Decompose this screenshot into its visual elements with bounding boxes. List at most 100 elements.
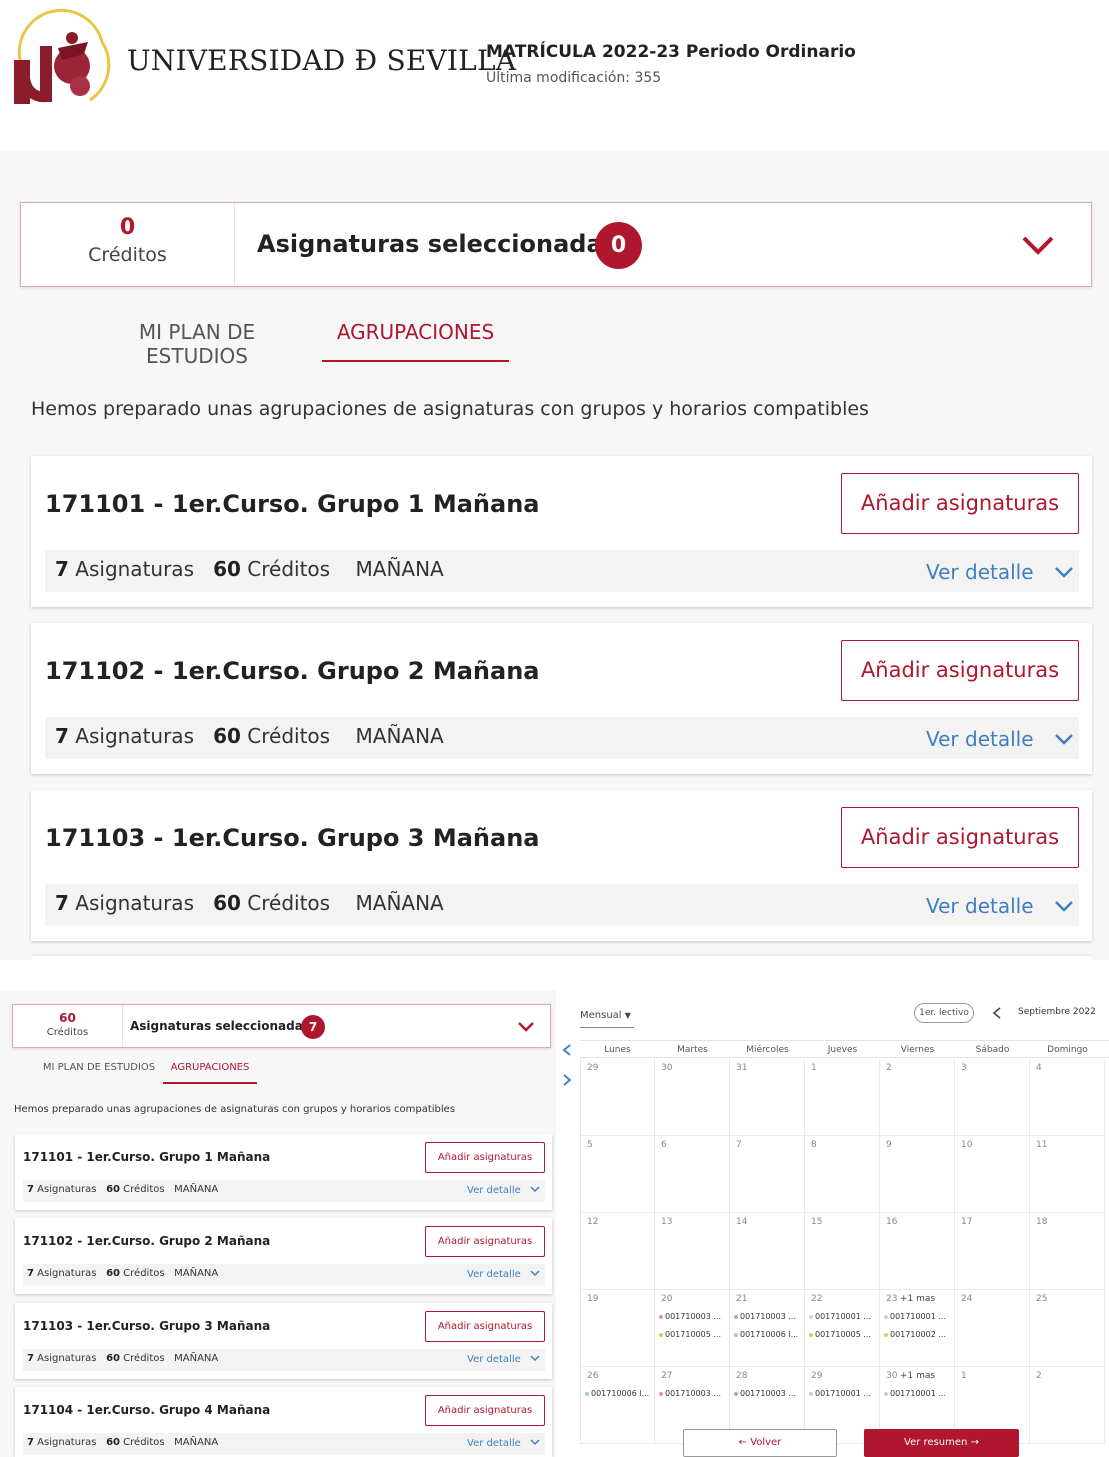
calendar-day-cell[interactable]: 3 [955, 1059, 1030, 1136]
calendar-day-cell[interactable]: 13 [655, 1213, 730, 1290]
back-button[interactable]: ← Volver [683, 1429, 837, 1457]
add-subjects-button[interactable]: Añadir asignaturas [425, 1395, 545, 1426]
calendar-event[interactable]: 001710003 ... [734, 1389, 802, 1398]
add-subjects-button[interactable]: Añadir asignaturas [841, 640, 1079, 701]
event-color-dot [734, 1314, 738, 1319]
calendar-day-cell[interactable]: 7 [730, 1136, 805, 1213]
calendar-day-cell[interactable]: 24 [955, 1290, 1030, 1367]
calendar-day-cell[interactable]: 31 [730, 1059, 805, 1136]
chevron-down-icon[interactable] [1021, 234, 1055, 256]
calendar-day-cell[interactable]: 6 [655, 1136, 730, 1213]
calendar-day-cell[interactable]: 2 [880, 1059, 955, 1136]
view-detail-link[interactable]: Ver detalle [467, 1185, 540, 1196]
calendar-day-cell[interactable]: 8 [805, 1136, 880, 1213]
calendar-day-cell[interactable]: 29 [580, 1059, 655, 1136]
credits-value: 0 [119, 215, 136, 240]
calendar-day-cell[interactable]: 15 [805, 1213, 880, 1290]
arrow-left-icon: ← [738, 1437, 748, 1448]
tab-study-plan[interactable]: MI PLAN DE ESTUDIOS [86, 320, 308, 368]
calendar-day-cell[interactable]: 16 [880, 1213, 955, 1290]
calendar-event[interactable]: 001710003 ... [659, 1312, 727, 1321]
period-button[interactable]: 1er. lectivo [914, 1003, 974, 1023]
calendar-day-number: 29 [811, 1371, 823, 1381]
calendar-day-cell[interactable]: 14 [730, 1213, 805, 1290]
calendar-panel: Mensual ▼ 1er. lectivo Septiembre 2022 L… [558, 990, 1109, 1457]
calendar-event[interactable]: 001710001 ... [809, 1312, 877, 1321]
calendar-event[interactable]: 001710005 ... [659, 1330, 727, 1339]
calendar-day-cell[interactable]: 12 [580, 1213, 655, 1290]
more-events-link[interactable]: +1 mas [900, 1294, 935, 1304]
event-color-dot [809, 1314, 813, 1319]
credits-label: Créditos [88, 244, 167, 266]
calendar-day-number: 4 [1036, 1063, 1042, 1073]
tab-study-plan[interactable]: MI PLAN DE ESTUDIOS [42, 1062, 156, 1084]
calendar-event[interactable]: 001710002 ... [884, 1330, 952, 1339]
collapse-left-icon[interactable] [562, 1044, 572, 1056]
calendar-day-cell[interactable]: 25 [1030, 1290, 1105, 1367]
calendar-event[interactable]: 001710001 ... [809, 1389, 877, 1398]
calendar-day-cell[interactable]: 5 [580, 1136, 655, 1213]
calendar-event[interactable]: 001710006 l... [734, 1330, 802, 1339]
calendar-day-cell[interactable]: 23 +1 mas 001710001 ... 001710002 ... [880, 1290, 955, 1367]
selected-subjects-bar[interactable]: 60 Créditos Asignaturas seleccionadas 7 [12, 1004, 551, 1048]
tab-groupings[interactable]: AGRUPACIONES [163, 1062, 257, 1084]
view-summary-button[interactable]: Ver resumen → [864, 1429, 1019, 1457]
calendar-day-cell[interactable]: 2 [1030, 1367, 1105, 1444]
calendar-day-cell[interactable]: 19 [580, 1290, 655, 1367]
view-detail-link[interactable]: Ver detalle [467, 1354, 540, 1365]
group-card: 171102 - 1er.Curso. Grupo 2 Mañana Añadi… [15, 1218, 552, 1294]
view-detail-link[interactable]: Ver detalle [926, 894, 1074, 918]
calendar-event[interactable]: 001710001 ... [884, 1312, 952, 1321]
enrollment-panel-small: 60 Créditos Asignaturas seleccionadas 7 … [0, 990, 556, 1457]
view-detail-link[interactable]: Ver detalle [467, 1438, 540, 1449]
group-card: 171103 - 1er.Curso. Grupo 3 Mañana Añadi… [15, 1303, 552, 1379]
group-summary-strip: 7 Asignaturas 60 Créditos MAÑANA Ver det… [23, 1349, 545, 1371]
calendar-day-number: 30 [661, 1063, 673, 1073]
add-subjects-button[interactable]: Añadir asignaturas [425, 1311, 545, 1342]
expand-right-icon[interactable] [562, 1074, 572, 1086]
group-card: 171102 - 1er.Curso. Grupo 2 Mañana Añadi… [31, 623, 1092, 774]
view-detail-link[interactable]: Ver detalle [926, 560, 1074, 584]
calendar-day-cell[interactable]: 9 [880, 1136, 955, 1213]
weekday-label: Martes [677, 1045, 708, 1055]
group-title: 171104 - 1er.Curso. Grupo 4 Mañana [23, 1403, 271, 1417]
calendar-day-number: 16 [886, 1217, 898, 1227]
event-color-dot [659, 1332, 663, 1337]
group-title: 171102 - 1er.Curso. Grupo 2 Mañana [23, 1234, 271, 1248]
add-subjects-button[interactable]: Añadir asignaturas [841, 807, 1079, 868]
view-detail-link[interactable]: Ver detalle [926, 727, 1074, 751]
add-subjects-button[interactable]: Añadir asignaturas [841, 473, 1079, 534]
more-events-link[interactable]: +1 mas [900, 1371, 935, 1381]
add-subjects-button[interactable]: Añadir asignaturas [425, 1142, 545, 1173]
calendar-day-cell[interactable]: 1 [805, 1059, 880, 1136]
calendar-event[interactable]: 001710003 ... [659, 1389, 727, 1398]
calendar-day-cell[interactable]: 11 [1030, 1136, 1105, 1213]
calendar-day-cell[interactable]: 30 [655, 1059, 730, 1136]
add-subjects-button[interactable]: Añadir asignaturas [425, 1226, 545, 1257]
group-summary-strip: 7 Asignaturas 60 Créditos MAÑANA Ver det… [45, 717, 1079, 759]
event-label: 001710005 ... [815, 1330, 871, 1339]
calendar-event[interactable]: 001710003 ... [734, 1312, 802, 1321]
calendar-day-cell[interactable]: 10 [955, 1136, 1030, 1213]
calendar-day-cell[interactable]: 17 [955, 1213, 1030, 1290]
calendar-day-cell[interactable]: 18 [1030, 1213, 1105, 1290]
chevron-down-icon[interactable] [517, 1021, 535, 1033]
view-detail-link[interactable]: Ver detalle [467, 1269, 540, 1280]
weekday-label: Sábado [975, 1045, 1010, 1055]
calendar-day-number: 26 [587, 1371, 599, 1381]
calendar-day-cell[interactable]: 26 001710006 l... [580, 1367, 655, 1444]
weekday-header: Lunes Martes Miércoles Jueves Viernes Sá… [580, 1040, 1109, 1058]
view-select[interactable]: Mensual ▼ [580, 1010, 634, 1028]
selected-subjects-bar[interactable]: 0 Créditos Asignaturas seleccionadas 0 [20, 202, 1092, 287]
calendar-event[interactable]: 001710001 ... [884, 1389, 952, 1398]
calendar-day-cell[interactable]: 22 001710001 ... 001710005 ... [805, 1290, 880, 1367]
calendar-event[interactable]: 001710005 ... [809, 1330, 877, 1339]
tab-groupings[interactable]: AGRUPACIONES [322, 320, 509, 362]
calendar-day-cell[interactable]: 20 001710003 ... 001710005 ... [655, 1290, 730, 1367]
calendar-event[interactable]: 001710006 l... [585, 1389, 653, 1398]
calendar-day-number: 12 [587, 1217, 599, 1227]
calendar-day-cell[interactable]: 21 001710003 ... 001710006 l... [730, 1290, 805, 1367]
previous-month-icon[interactable] [992, 1007, 1002, 1019]
credits-label: Créditos [46, 1027, 89, 1038]
calendar-day-cell[interactable]: 4 [1030, 1059, 1105, 1136]
